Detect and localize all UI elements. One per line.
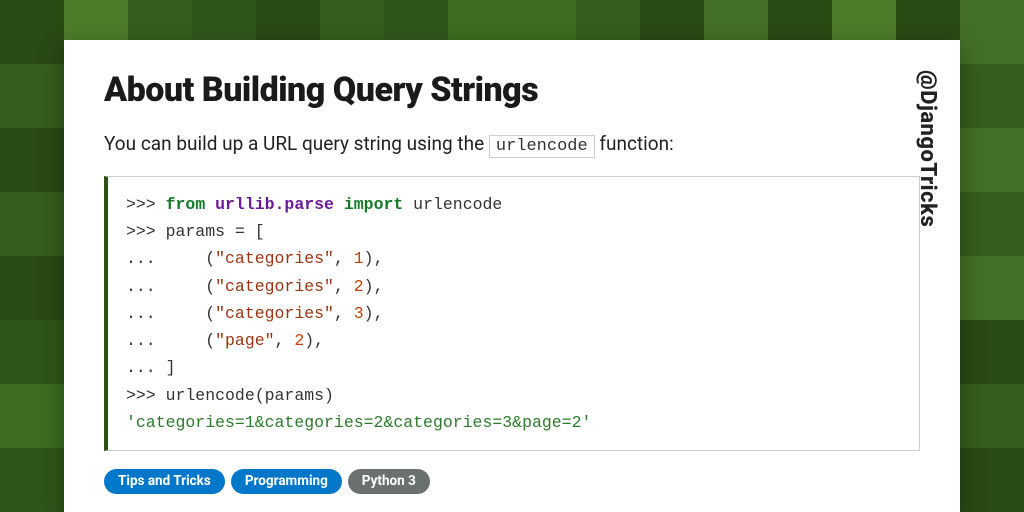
code-text: , [334, 277, 354, 296]
code-text: urlencode [403, 195, 502, 214]
code-number: 2 [294, 331, 304, 350]
code-text: ... ( [126, 277, 215, 296]
tag-python-3[interactable]: Python 3 [348, 469, 430, 494]
code-module: urllib.parse [215, 195, 334, 214]
code-text: ), [364, 277, 384, 296]
code-string: "categories" [215, 249, 334, 268]
tag-list: Tips and TricksProgrammingPython 3 [104, 469, 920, 494]
code-number: 3 [354, 304, 364, 323]
code-keyword: import [344, 195, 403, 214]
code-number: 2 [354, 277, 364, 296]
code-keyword: from [166, 195, 206, 214]
code-line: >>> urlencode(params) [126, 386, 334, 405]
code-number: 1 [354, 249, 364, 268]
code-line: ... ] [126, 358, 176, 377]
tag-programming[interactable]: Programming [231, 469, 342, 494]
intro-before: You can build up a URL query string usin… [104, 132, 489, 155]
code-text: , [334, 249, 354, 268]
author-handle: @DjangoTricks [915, 70, 940, 227]
inline-code-urlencode: urlencode [489, 135, 595, 158]
code-text: ), [304, 331, 324, 350]
intro-text: You can build up a URL query string usin… [104, 132, 920, 156]
code-text: ), [364, 304, 384, 323]
code-prompt: >>> [126, 195, 166, 214]
tag-tips-and-tricks[interactable]: Tips and Tricks [104, 469, 225, 494]
code-text: ... ( [126, 304, 215, 323]
intro-after: function: [595, 132, 674, 155]
code-string: "categories" [215, 304, 334, 323]
code-text: ... ( [126, 249, 215, 268]
page-title: About Building Query Strings [104, 70, 920, 110]
code-text: , [334, 304, 354, 323]
code-text: ), [364, 249, 384, 268]
code-string: "categories" [215, 277, 334, 296]
code-text: ... ( [126, 331, 215, 350]
code-text: , [275, 331, 295, 350]
code-example: >>> from urllib.parse import urlencode >… [104, 176, 920, 451]
code-output: 'categories=1&categories=2&categories=3&… [126, 413, 591, 432]
code-string: "page" [215, 331, 274, 350]
content-card: @DjangoTricks About Building Query Strin… [64, 40, 960, 512]
code-line: >>> params = [ [126, 222, 265, 241]
